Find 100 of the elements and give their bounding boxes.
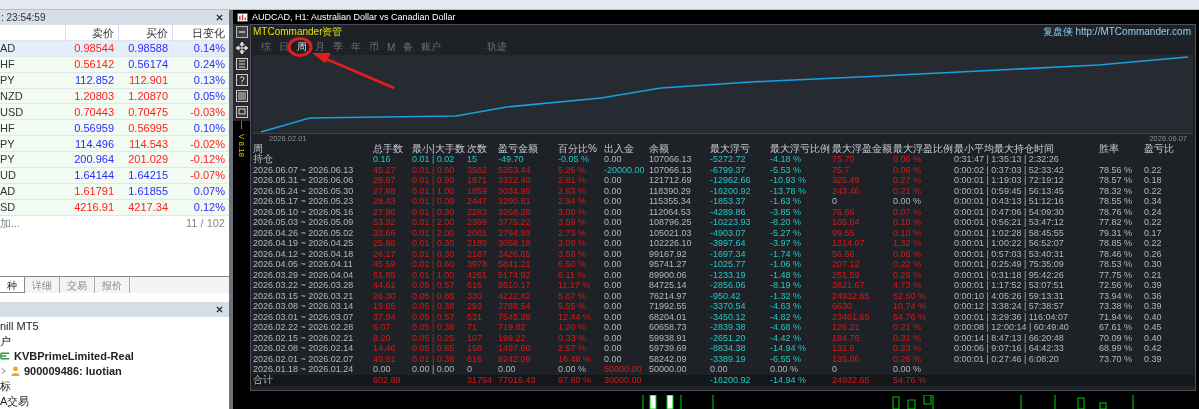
move-icon[interactable] bbox=[235, 42, 248, 54]
table-cell-text: 37.94 bbox=[373, 311, 397, 322]
tab[interactable]: 种 bbox=[0, 277, 25, 293]
symbol-row[interactable]: HF 0.56959 0.56995 0.10% bbox=[0, 120, 229, 137]
table-cell-text: 71 bbox=[467, 322, 478, 333]
table-cell-text: 1.20 % bbox=[558, 322, 588, 333]
chart-window-title: AUDCAD, H1: Australian Dollar vs Canadian Dollar bbox=[252, 12, 456, 22]
symbol-row[interactable]: PY 200.964 201.029 -0.12% bbox=[0, 152, 229, 168]
table-cell-text: 3775.22 bbox=[498, 217, 532, 228]
table-cell-text: 53.92 bbox=[373, 217, 397, 228]
table-cell-text: 73.38 % bbox=[1099, 301, 1134, 312]
help-icon[interactable] bbox=[235, 74, 248, 86]
symbol-name: AD bbox=[0, 42, 17, 55]
expand-icon[interactable] bbox=[0, 366, 7, 377]
table-cell-text: 78.56 % bbox=[1099, 164, 1134, 175]
table-cell-text: 5.87 % bbox=[558, 290, 588, 301]
close-icon[interactable] bbox=[216, 305, 223, 313]
table-cell-text: 0.00 bbox=[498, 364, 517, 375]
table-cell-text: -3997.64 bbox=[710, 238, 747, 249]
site-link[interactable]: 复盘侠 http://MTCommander.com bbox=[1042, 25, 1191, 39]
table-cell-text: 0.00 bbox=[604, 269, 623, 280]
table-cell-text: 78.76 % bbox=[1099, 206, 1134, 217]
table-cell-text: 0.05 | 0.25 bbox=[412, 332, 456, 343]
navigator-item[interactable]: 户 bbox=[0, 333, 11, 349]
navigator-item[interactable]: A交易 bbox=[0, 393, 30, 409]
table-cell-text: -13.78 % bbox=[770, 185, 808, 196]
tab[interactable]: 报价 bbox=[95, 277, 130, 293]
period-tab[interactable]: 周 bbox=[297, 40, 307, 54]
column-header[interactable]: 买价 bbox=[118, 24, 172, 41]
minus-icon[interactable] bbox=[235, 26, 248, 38]
table-cell-text: 0.00 % bbox=[558, 364, 588, 375]
table-cell-text: 0.00 % bbox=[893, 364, 923, 375]
table-cell-text: 616 bbox=[467, 280, 484, 291]
table-cell-text: 0.00 bbox=[604, 332, 623, 343]
table-cell-text: 0.01 | 0.30 bbox=[412, 238, 456, 249]
table-cell-text: 75.70 bbox=[832, 154, 856, 165]
symbol-name: PY bbox=[0, 153, 16, 166]
column-header: 最大浮盈金额 bbox=[832, 143, 893, 154]
table-cell-text: 0.10 % bbox=[893, 227, 923, 238]
table-cell-text: 50000.00 bbox=[649, 364, 688, 375]
tab[interactable]: 详细 bbox=[25, 277, 60, 293]
navigator-item[interactable]: KVBPrimeLimited-Real bbox=[14, 350, 134, 363]
table-cell-text: 719.82 bbox=[498, 322, 527, 333]
table-cell-text: 67.61 % bbox=[1099, 322, 1134, 333]
table-cell-text: -16200.92 bbox=[710, 185, 752, 196]
table-cell-text: 0:00:01 | 0:43:13 | 51:12:16 bbox=[954, 196, 1065, 207]
column-header: 最大浮亏 bbox=[710, 143, 751, 154]
table-cell-text: -5.27 % bbox=[770, 227, 803, 238]
symbol-row[interactable]: PY 114.496 114.543 -0.02% bbox=[0, 136, 229, 152]
table-cell-text: 1871 bbox=[467, 175, 489, 186]
table-cell-text: 3322.40 bbox=[498, 175, 532, 186]
week-period: 2026.05.10 ~ 2026.05.16 bbox=[253, 206, 355, 217]
column-header: 盈亏比 bbox=[1144, 143, 1175, 154]
column-header[interactable]: 卖价 bbox=[65, 24, 118, 41]
table-cell-text: 330 bbox=[467, 290, 484, 301]
total-label: 合计 bbox=[253, 374, 274, 386]
table-cell-text: 0.10 % bbox=[893, 217, 923, 228]
table-cell-text: -1853.37 bbox=[710, 196, 747, 207]
table-cell-text: 68.99 % bbox=[1099, 343, 1134, 354]
table-cell-text: 5353.44 bbox=[498, 164, 532, 175]
grid-icon[interactable] bbox=[235, 58, 248, 70]
table-cell-text: 184.76 bbox=[832, 332, 861, 343]
week-period: 2026.03.29 ~ 2026.04.04 bbox=[253, 269, 355, 280]
table-cell-text: 0.01 | 0.02 bbox=[412, 154, 456, 165]
navigator-item[interactable]: nill MT5 bbox=[0, 320, 39, 333]
week-period: 2026.02.15 ~ 2026.02.21 bbox=[253, 332, 355, 343]
daily-change: 0.10% bbox=[192, 121, 226, 134]
table-cell-text: 0:00:01 | 0:56:21 | 53:47:12 bbox=[954, 217, 1065, 228]
table-cell-text: 2.73 % bbox=[558, 227, 588, 238]
column-header: 最大浮盈比例 bbox=[893, 143, 954, 154]
table-cell-text: 3426.65 bbox=[498, 248, 532, 259]
table-cell-text: 77016.43 bbox=[498, 374, 537, 386]
table-cell-text: 52.50 % bbox=[893, 290, 928, 301]
column-header[interactable]: 日变化 bbox=[172, 24, 229, 41]
navigator-item[interactable]: 标 bbox=[0, 378, 11, 394]
symbol-row[interactable]: USD 0.70443 0.70475 -0.03% bbox=[0, 104, 229, 121]
table-cell-text: 1314.07 bbox=[832, 238, 866, 249]
table-cell-text: 0:00:01 | 1:19:03 | 72:19:12 bbox=[954, 175, 1065, 186]
close-icon[interactable] bbox=[216, 13, 223, 21]
table-cell-text: 0.01 | 0.30 bbox=[412, 206, 456, 217]
table-cell-text: 59938.91 bbox=[649, 332, 688, 343]
table-cell-text: 126.21 bbox=[832, 322, 861, 333]
table-cell-text: 0.00 bbox=[604, 290, 623, 301]
table-cell-text: 0.00 bbox=[604, 343, 623, 354]
window-icon[interactable] bbox=[235, 106, 248, 118]
column-header: 余额 bbox=[649, 143, 670, 154]
week-period: 2026.01.18 ~ 2026.01.24 bbox=[253, 364, 355, 374]
table-cell-text: 0.24 bbox=[1144, 206, 1163, 217]
table-cell-text: 6630 bbox=[832, 301, 854, 312]
table-cell-text: 76214.97 bbox=[649, 290, 688, 301]
navigator-item[interactable]: 900009486: luotian bbox=[24, 365, 122, 378]
table-cell-text: 24932.65 bbox=[832, 374, 871, 386]
table-cell-text: -4903.07 bbox=[710, 227, 747, 238]
table-cell-text: 54.76 % bbox=[893, 374, 928, 386]
add-symbol-link[interactable]: 加... bbox=[0, 215, 21, 231]
symbol-name: SD bbox=[0, 201, 17, 214]
table-cell-text: 0.05 | 0.57 bbox=[412, 311, 456, 322]
table-cell-text: 3.00 % bbox=[558, 206, 588, 217]
week-period: 2026.03.15 ~ 2026.03.21 bbox=[253, 290, 355, 301]
table-cell-text: -4.42 % bbox=[770, 332, 803, 343]
